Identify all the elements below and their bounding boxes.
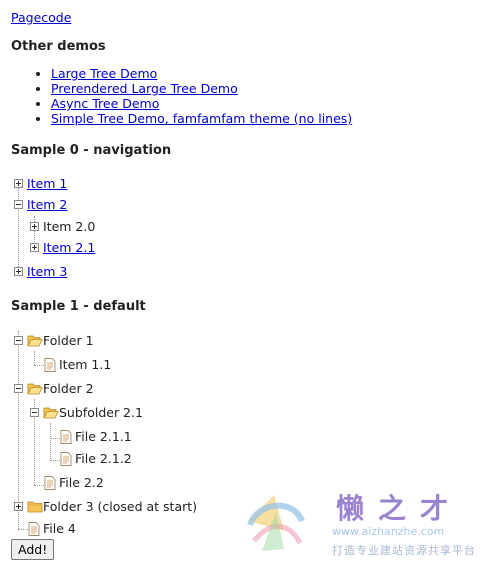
add-button[interactable]: Add! (11, 539, 55, 560)
file-icon (28, 522, 40, 536)
collapse-icon[interactable] (30, 408, 39, 417)
item2-1-link[interactable]: Item 2.1 (43, 238, 95, 258)
tree-line (34, 351, 35, 365)
expand-icon[interactable] (14, 267, 23, 276)
subfolder2-1-label: Subfolder 2.1 (59, 405, 143, 420)
watermark-logo-icon (247, 495, 305, 551)
tree-line (50, 460, 60, 461)
tree-line (18, 331, 19, 529)
collapse-icon[interactable] (14, 384, 23, 393)
item1-link[interactable]: Item 1 (27, 174, 67, 194)
file2-2-label: File 2.2 (59, 475, 104, 490)
item2-link[interactable]: Item 2 (27, 195, 67, 215)
expand-icon[interactable] (30, 222, 39, 231)
collapse-icon[interactable] (14, 336, 23, 345)
list-item: Large Tree Demo (51, 66, 352, 81)
folder3-label: Folder 3 (closed at start) (43, 499, 198, 514)
folder-open-icon (43, 407, 59, 419)
item2-0-label: Item 2.0 (43, 219, 96, 234)
async-tree-demo-link[interactable]: Async Tree Demo (51, 96, 159, 111)
watermark: 懒之才 www.aizhanzhe.com 打造专业建站资源共享平台 (244, 487, 480, 559)
file-icon (60, 430, 72, 444)
file-icon (44, 358, 56, 372)
folder-open-icon (27, 383, 43, 395)
pagecode-link[interactable]: Pagecode (11, 10, 71, 25)
tree-line (50, 423, 51, 461)
prerendered-large-tree-demo-link[interactable]: Prerendered Large Tree Demo (51, 81, 238, 96)
sample0-heading: Sample 0 - navigation (11, 143, 172, 158)
expand-icon[interactable] (14, 179, 23, 188)
tree-line (18, 529, 28, 530)
tree-line (50, 438, 60, 439)
folder1-label: Folder 1 (43, 333, 94, 348)
sample1-heading: Sample 1 - default (11, 299, 146, 314)
collapse-icon[interactable] (14, 200, 23, 209)
list-item: Async Tree Demo (51, 96, 352, 111)
folder-open-icon (27, 335, 43, 347)
simple-tree-demo-link[interactable]: Simple Tree Demo, famfamfam theme (no li… (51, 111, 352, 126)
other-demos-list: Large Tree Demo Prerendered Large Tree D… (33, 66, 352, 126)
list-item: Prerendered Large Tree Demo (51, 81, 352, 96)
file2-1-1-label: File 2.1.1 (75, 429, 132, 444)
folder-closed-icon (27, 501, 43, 513)
item3-link[interactable]: Item 3 (27, 262, 67, 282)
list-item: Simple Tree Demo, famfamfam theme (no li… (51, 111, 352, 126)
watermark-tagline: 打造专业建站资源共享平台 (332, 544, 476, 557)
tree-line (18, 183, 19, 269)
file2-1-2-label: File 2.1.2 (75, 451, 132, 466)
file-icon (44, 476, 56, 490)
file-icon (60, 452, 72, 466)
folder2-label: Folder 2 (43, 381, 94, 396)
expand-icon[interactable] (14, 502, 23, 511)
file4-label: File 4 (43, 521, 76, 536)
other-demos-heading: Other demos (11, 39, 106, 54)
watermark-url: www.aizhanzhe.com (332, 525, 445, 538)
expand-icon[interactable] (30, 243, 39, 252)
item1-1-label: Item 1.1 (59, 357, 112, 372)
watermark-chars: 懒之才 (336, 492, 463, 525)
tree-line (34, 365, 44, 366)
tree-line (34, 485, 44, 486)
large-tree-demo-link[interactable]: Large Tree Demo (51, 66, 157, 81)
